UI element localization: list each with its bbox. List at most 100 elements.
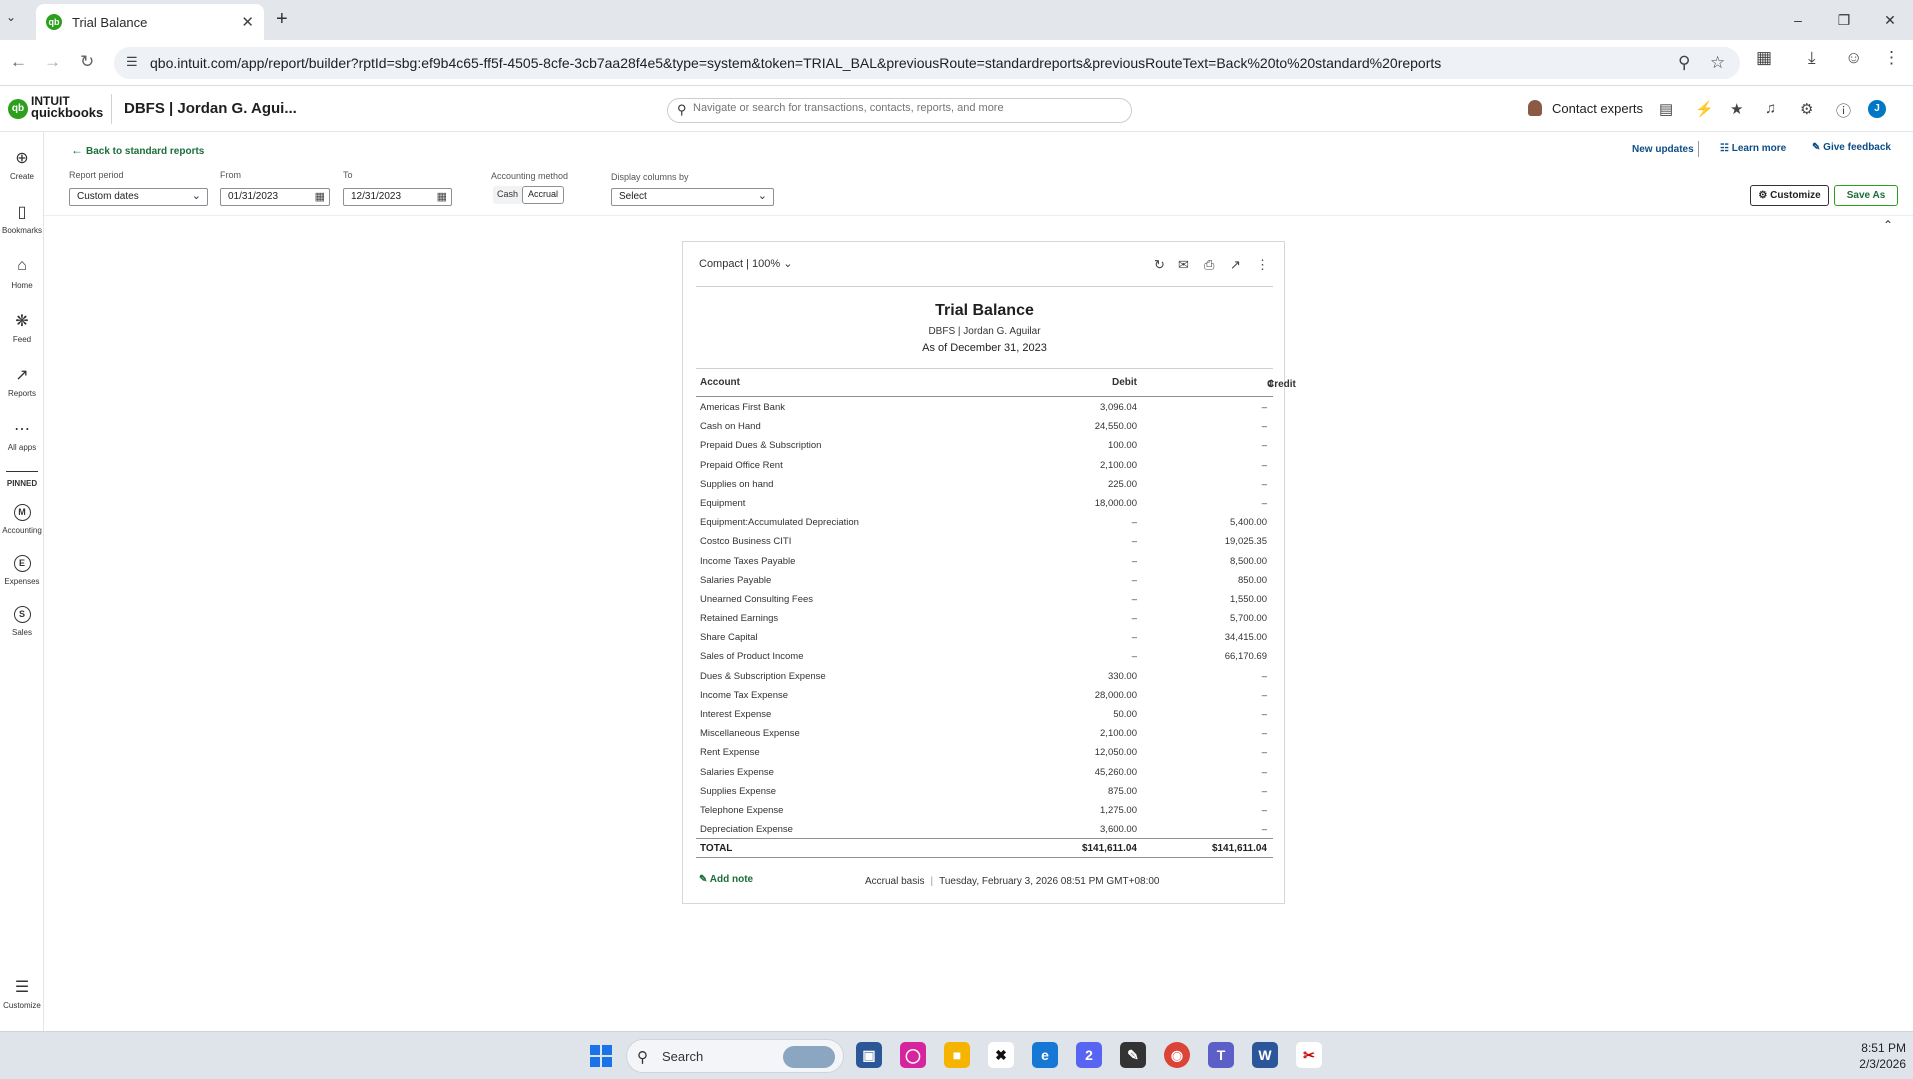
- debit-cell[interactable]: –: [1132, 517, 1137, 528]
- report-period-select[interactable]: Custom dates ⌄: [69, 188, 208, 206]
- debit-cell[interactable]: –: [1132, 613, 1137, 624]
- apps-icon[interactable]: ★: [1730, 100, 1743, 118]
- debit-cell[interactable]: 3,600.00: [1100, 824, 1137, 835]
- credit-cell[interactable]: –: [1262, 460, 1267, 471]
- calendar-icon[interactable]: ▦: [437, 190, 447, 203]
- collapse-chevron-up-icon[interactable]: ⌃: [1883, 218, 1893, 232]
- column-header-account[interactable]: Account: [700, 377, 740, 388]
- debit-cell[interactable]: 18,000.00: [1095, 498, 1137, 509]
- column-header-debit[interactable]: Debit: [1112, 377, 1137, 388]
- nav-item-sales[interactable]: S Sales: [0, 604, 44, 637]
- taskbar-clock[interactable]: 8:51 PM 2/3/2026: [1820, 1040, 1906, 1072]
- nav-item-customize[interactable]: ☰ Customize: [0, 977, 44, 1010]
- credit-cell[interactable]: 8,500.00: [1230, 556, 1267, 567]
- debit-cell[interactable]: 2,100.00: [1100, 728, 1137, 739]
- print-icon[interactable]: ⎙: [1204, 257, 1214, 273]
- profile-icon[interactable]: ☺: [1845, 48, 1862, 68]
- save-as-button[interactable]: Save As: [1834, 185, 1898, 206]
- credit-cell[interactable]: –: [1262, 824, 1267, 835]
- add-note-button[interactable]: ✎ Add note: [699, 874, 753, 885]
- nav-item-feed[interactable]: ❋ Feed: [0, 311, 44, 344]
- method-cash-option[interactable]: Cash: [493, 186, 523, 204]
- credit-cell[interactable]: 1,550.00: [1230, 594, 1267, 605]
- export-icon[interactable]: ↗: [1230, 257, 1241, 273]
- taskbar-search[interactable]: ⚲ Search: [626, 1039, 844, 1073]
- debit-cell[interactable]: 875.00: [1108, 786, 1137, 797]
- window-close-icon[interactable]: ✕: [1867, 0, 1913, 40]
- reload-icon[interactable]: ↻: [80, 52, 94, 72]
- settings-gear-icon[interactable]: ⚙: [1800, 100, 1813, 118]
- debit-cell[interactable]: –: [1132, 651, 1137, 662]
- quickbooks-logo[interactable]: INTUIT quickbooks: [31, 95, 103, 119]
- debit-cell[interactable]: –: [1132, 575, 1137, 586]
- give-feedback-link[interactable]: ✎ Give feedback: [1812, 142, 1891, 153]
- snipping-tool-icon[interactable]: ✂: [1296, 1042, 1322, 1068]
- notifications-bell-icon[interactable]: ♫: [1765, 100, 1776, 117]
- debit-cell[interactable]: 12,050.00: [1095, 747, 1137, 758]
- debit-cell[interactable]: 24,550.00: [1095, 421, 1137, 432]
- back-arrow-icon[interactable]: ←: [10, 52, 27, 72]
- credit-cell[interactable]: –: [1262, 498, 1267, 509]
- url-text[interactable]: qbo.intuit.com/app/report/builder?rptId=…: [150, 55, 1441, 71]
- display-columns-select[interactable]: Select ⌄: [611, 188, 774, 206]
- credit-cell[interactable]: –: [1262, 747, 1267, 758]
- refresh-icon[interactable]: ↻: [1154, 257, 1165, 273]
- debit-cell[interactable]: –: [1132, 594, 1137, 605]
- credit-cell[interactable]: –: [1262, 786, 1267, 797]
- downloads-icon[interactable]: ⤓: [1808, 48, 1816, 68]
- nav-item-accounting[interactable]: M Accounting: [0, 502, 44, 535]
- instagram-app-icon[interactable]: ◯: [900, 1042, 926, 1068]
- zoom-icon[interactable]: ⚲: [1678, 53, 1690, 73]
- debit-cell[interactable]: 330.00: [1108, 671, 1137, 682]
- browser-menu-icon[interactable]: ⋮: [1883, 48, 1900, 68]
- clipboard-icon[interactable]: ▤: [1659, 100, 1673, 118]
- browser-tab-active[interactable]: qb Trial Balance ✕: [36, 4, 264, 40]
- tab-close-icon[interactable]: ✕: [241, 13, 254, 31]
- chrome-browser-icon[interactable]: ◉: [1164, 1042, 1190, 1068]
- more-options-icon[interactable]: ⋮: [1256, 257, 1269, 273]
- debit-cell[interactable]: –: [1132, 556, 1137, 567]
- credit-cell[interactable]: 34,415.00: [1225, 632, 1267, 643]
- teams-app-icon[interactable]: T: [1208, 1042, 1234, 1068]
- credit-cell[interactable]: 66,170.69: [1225, 651, 1267, 662]
- method-accrual-option[interactable]: Accrual: [522, 186, 565, 204]
- debit-cell[interactable]: 50.00: [1113, 709, 1137, 720]
- tab-list-chevron-icon[interactable]: ⌄: [6, 10, 16, 24]
- debit-cell[interactable]: 2,100.00: [1100, 460, 1137, 471]
- total-credit[interactable]: $141,611.04: [1212, 843, 1267, 854]
- customize-button[interactable]: ⚙ Customize: [1750, 185, 1829, 206]
- credit-cell[interactable]: 850.00: [1238, 575, 1267, 586]
- debit-cell[interactable]: 45,260.00: [1095, 767, 1137, 778]
- credit-cell[interactable]: –: [1262, 709, 1267, 720]
- back-to-reports-link[interactable]: ← Back to standard reports: [71, 143, 204, 157]
- file-explorer-icon[interactable]: ■: [944, 1042, 970, 1068]
- to-date-field[interactable]: 12/31/2023 ▦: [343, 188, 452, 206]
- credit-cell[interactable]: –: [1262, 805, 1267, 816]
- credit-cell[interactable]: 5,700.00: [1230, 613, 1267, 624]
- credit-cell[interactable]: 5,400.00: [1230, 517, 1267, 528]
- contact-experts-button[interactable]: Contact experts: [1528, 100, 1643, 116]
- debit-cell[interactable]: 1,275.00: [1100, 805, 1137, 816]
- lightning-icon[interactable]: ⚡: [1695, 100, 1714, 118]
- word-app-icon[interactable]: W: [1252, 1042, 1278, 1068]
- credit-cell[interactable]: –: [1262, 690, 1267, 701]
- nav-item-all-apps[interactable]: ⋯ All apps: [0, 419, 44, 452]
- debit-cell[interactable]: 100.00: [1108, 440, 1137, 451]
- url-field[interactable]: ☰ qbo.intuit.com/app/report/builder?rptI…: [114, 47, 1740, 79]
- global-search-input[interactable]: [693, 102, 1123, 114]
- restore-icon[interactable]: ❐: [1821, 0, 1867, 40]
- credit-cell[interactable]: –: [1262, 421, 1267, 432]
- notes-app-icon[interactable]: ✎: [1120, 1042, 1146, 1068]
- learn-more-link[interactable]: ☷ Learn more: [1720, 143, 1786, 154]
- windows-start-icon[interactable]: [590, 1045, 612, 1067]
- new-tab-plus-icon[interactable]: +: [276, 8, 288, 31]
- company-name[interactable]: DBFS | Jordan G. Agui...: [124, 100, 297, 117]
- forward-arrow-icon[interactable]: →: [44, 52, 61, 72]
- debit-cell[interactable]: 225.00: [1108, 479, 1137, 490]
- user-avatar[interactable]: J: [1868, 100, 1886, 118]
- credit-cell[interactable]: –: [1262, 767, 1267, 778]
- view-density-select[interactable]: Compact | 100% ⌄: [699, 257, 792, 270]
- debit-cell[interactable]: 3,096.04: [1100, 402, 1137, 413]
- nav-item-create[interactable]: ⊕ Create: [0, 148, 44, 181]
- credit-cell[interactable]: –: [1262, 671, 1267, 682]
